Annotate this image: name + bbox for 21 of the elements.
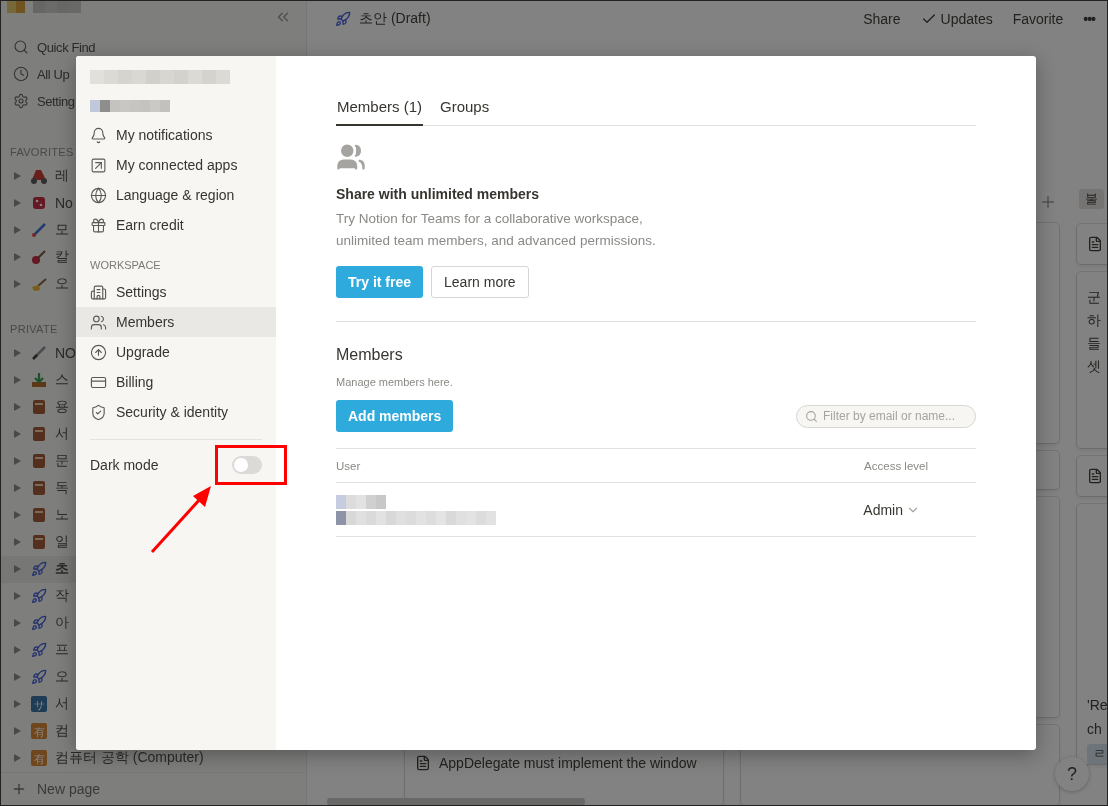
column-header: User (336, 459, 361, 472)
card-text: ch (1087, 720, 1103, 738)
card-text: 하 (1087, 311, 1102, 329)
card-text: 군 (1087, 288, 1102, 306)
badge-icon: サ (31, 696, 47, 712)
dark-mode-label: Dark mode (90, 457, 159, 473)
promo-text: Try Notion for Teams for a collaborative workspace, unlimited team members, and advanced permissions. (336, 210, 657, 250)
card-text: 들 (1087, 334, 1102, 352)
section-label: WORKSPACE (89, 258, 162, 273)
badge-icon: 有 (31, 723, 47, 739)
card-title: AppDelegate must implement the window (415, 755, 713, 771)
page-title: 초안 (Draft) (359, 9, 431, 28)
section-subtitle: Manage members here. (336, 376, 454, 388)
badge-icon: 有 (31, 750, 47, 766)
column-tag: 불 (1079, 189, 1104, 209)
promo-title: Share with unlimited members (336, 186, 541, 202)
section-title: Members (336, 346, 404, 364)
card-text: 'Re (1087, 696, 1107, 714)
card-tag: ㄹ (1087, 744, 1107, 764)
column-header: Access level (864, 459, 928, 472)
card-text: 셋 (1087, 357, 1102, 375)
